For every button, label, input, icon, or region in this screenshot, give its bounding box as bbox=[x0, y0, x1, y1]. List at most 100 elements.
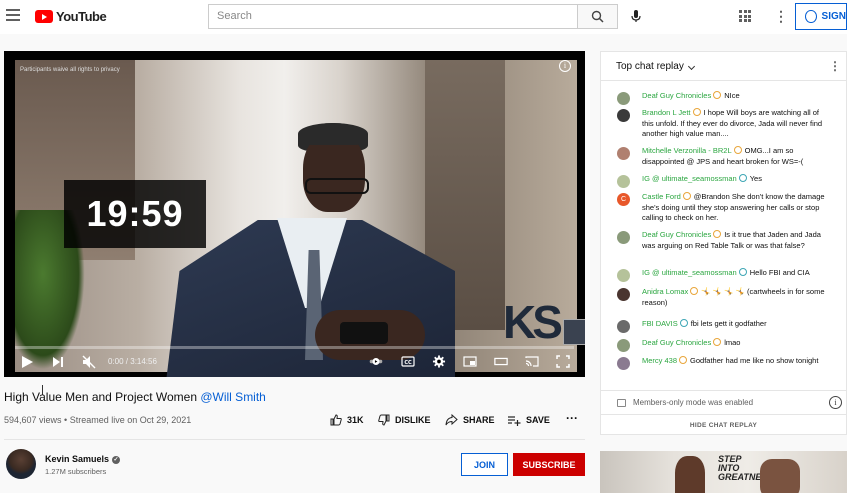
member-badge-icon bbox=[713, 338, 722, 346]
hamburger-menu-icon[interactable] bbox=[6, 9, 20, 21]
info-circle-icon[interactable]: i bbox=[829, 396, 842, 409]
view-count: 594,607 views bbox=[4, 415, 62, 425]
chat-author-avatar[interactable] bbox=[617, 269, 630, 282]
video-title: High Value Men and Project Women @Will S… bbox=[4, 390, 266, 404]
member-badge-icon bbox=[682, 192, 691, 200]
progress-bar[interactable] bbox=[15, 346, 574, 349]
dislike-button[interactable]: DISLIKE bbox=[378, 414, 431, 426]
chat-author-avatar[interactable] bbox=[617, 109, 630, 122]
chat-message-text: Hello FBI and CIA bbox=[749, 268, 810, 277]
chat-message: Anidra Lomax 🤸 🤸 🤸 🤸 (cartwheels in for s… bbox=[601, 287, 846, 308]
chat-author-name[interactable]: Mercy 438 bbox=[642, 356, 677, 365]
sidebar-ad-banner[interactable]: STEP INTO GREATNESS bbox=[600, 451, 847, 493]
chat-author-name[interactable]: IG @ ultimate_seamossman bbox=[642, 174, 737, 183]
info-icon[interactable]: i bbox=[559, 60, 571, 72]
share-arrow-icon bbox=[445, 414, 458, 426]
member-badge-icon bbox=[738, 268, 747, 276]
channel-name[interactable]: Kevin Samuels ✓ bbox=[45, 454, 121, 464]
dislike-label: DISLIKE bbox=[395, 415, 431, 425]
youtube-play-icon bbox=[35, 10, 53, 23]
member-badge-icon bbox=[713, 230, 722, 238]
chat-author-avatar[interactable] bbox=[617, 147, 630, 160]
chat-author-name[interactable]: Anidra Lomax bbox=[642, 287, 688, 296]
ad-figure-player bbox=[760, 459, 800, 493]
more-options-icon[interactable]: ⋮ bbox=[774, 8, 788, 24]
player-controls: 0:00 / 3:14:56 CC bbox=[4, 351, 585, 373]
svg-text:CC: CC bbox=[404, 360, 412, 366]
chat-message: Deaf Guy Chronicles Is it true that Jaden… bbox=[601, 230, 846, 251]
chat-message: Mercy 438 Godfather had me like no show t… bbox=[601, 356, 846, 370]
video-meta: 594,607 views • Streamed live on Oct 29,… bbox=[4, 415, 192, 425]
subscribe-button[interactable]: SUBSCRIBE bbox=[513, 453, 585, 476]
person-glasses bbox=[305, 178, 369, 194]
chat-author-avatar[interactable] bbox=[617, 231, 630, 244]
chat-author-name[interactable]: Brandon L Jett bbox=[642, 108, 691, 117]
video-overlay-text: Participants waive all rights to privacy bbox=[20, 67, 120, 73]
hide-chat-replay-button[interactable]: HIDE CHAT REPLAY bbox=[601, 414, 846, 435]
muted-volume-icon[interactable] bbox=[82, 355, 96, 369]
logo-text: YouTube bbox=[56, 9, 107, 24]
verified-check-icon: ✓ bbox=[112, 455, 121, 464]
save-label: SAVE bbox=[526, 415, 550, 425]
member-badge-icon bbox=[692, 108, 701, 116]
video-title-mention-link[interactable]: @Will Smith bbox=[200, 390, 266, 404]
chevron-down-icon bbox=[687, 62, 695, 70]
search-button[interactable] bbox=[578, 4, 618, 29]
fullscreen-icon[interactable] bbox=[556, 355, 570, 368]
chat-author-avatar[interactable] bbox=[617, 339, 630, 352]
next-icon[interactable] bbox=[52, 356, 64, 368]
like-button[interactable]: 31K bbox=[330, 414, 364, 426]
theater-mode-icon[interactable] bbox=[494, 355, 508, 368]
chat-message-text: fbi lets gett it godfather bbox=[690, 319, 767, 328]
channel-name-text: Kevin Samuels bbox=[45, 454, 110, 464]
divider bbox=[4, 439, 585, 440]
chat-author-avatar[interactable] bbox=[617, 92, 630, 105]
subtitles-icon[interactable]: CC bbox=[401, 355, 415, 368]
watermark-thumbnail bbox=[563, 319, 585, 345]
chat-author-avatar[interactable] bbox=[617, 357, 630, 370]
chat-author-name[interactable]: Deaf Guy Chronicles bbox=[642, 230, 711, 239]
chat-message-text: Yes bbox=[749, 174, 762, 183]
play-icon[interactable] bbox=[22, 356, 33, 368]
chat-author-name[interactable]: IG @ ultimate_seamossman bbox=[642, 268, 737, 277]
subscriber-count: 1.27M subscribers bbox=[45, 467, 107, 476]
add-to-playlist-icon bbox=[508, 416, 521, 426]
chat-more-options-icon[interactable]: ⋮ bbox=[829, 59, 841, 73]
chat-author-avatar[interactable] bbox=[617, 175, 630, 188]
settings-gear-icon[interactable] bbox=[432, 355, 446, 368]
sign-in-button[interactable]: SIGN bbox=[795, 3, 847, 30]
share-button[interactable]: SHARE bbox=[445, 414, 495, 426]
microphone-icon[interactable] bbox=[628, 8, 644, 24]
search-input[interactable]: Search bbox=[208, 4, 578, 29]
chat-author-avatar[interactable]: C bbox=[617, 193, 630, 206]
chat-mode-dropdown[interactable]: Top chat replay bbox=[616, 60, 695, 72]
thumbs-down-icon bbox=[378, 414, 390, 426]
chat-message: IG @ ultimate_seamossman Yes bbox=[601, 174, 846, 188]
autoplay-toggle-icon[interactable] bbox=[369, 355, 383, 368]
chat-author-name[interactable]: Deaf Guy Chronicles bbox=[642, 91, 711, 100]
chat-author-avatar[interactable] bbox=[617, 288, 630, 301]
chat-mode-label: Top chat replay bbox=[616, 60, 684, 72]
chat-author-name[interactable]: FBI DAVIS bbox=[642, 319, 678, 328]
chat-message: C Castle Ford @Brandon She don't know the … bbox=[601, 192, 846, 224]
save-button[interactable]: SAVE bbox=[507, 414, 550, 426]
chat-message: IG @ ultimate_seamossman Hello FBI and CI… bbox=[601, 268, 846, 282]
chat-author-name[interactable]: Deaf Guy Chronicles bbox=[642, 338, 711, 347]
chat-author-name[interactable]: Mitchelle Verzonilla - BR2L bbox=[642, 146, 732, 155]
join-button[interactable]: JOIN bbox=[461, 453, 508, 476]
apps-grid-icon[interactable] bbox=[739, 10, 751, 22]
youtube-logo[interactable]: YouTube bbox=[35, 9, 107, 24]
more-actions-icon[interactable]: ··· bbox=[566, 411, 578, 425]
chat-message: Mitchelle Verzonilla - BR2L OMG...I am so… bbox=[601, 146, 846, 167]
video-player[interactable]: KS Participants waive all rights to priv… bbox=[4, 51, 585, 377]
chat-message: Deaf Guy Chronicles NIce bbox=[601, 91, 846, 105]
cast-icon[interactable] bbox=[525, 355, 539, 368]
channel-watermark: KS bbox=[503, 296, 563, 348]
chat-author-avatar[interactable] bbox=[617, 320, 630, 333]
miniplayer-icon[interactable] bbox=[463, 355, 477, 368]
chat-message-text: Godfather had me like no show tonight bbox=[690, 356, 819, 365]
channel-avatar[interactable] bbox=[6, 449, 36, 479]
video-title-text: High Value Men and Project Women bbox=[4, 390, 197, 404]
chat-author-name[interactable]: Castle Ford bbox=[642, 192, 681, 201]
stream-date: Streamed live on Oct 29, 2021 bbox=[69, 415, 192, 425]
